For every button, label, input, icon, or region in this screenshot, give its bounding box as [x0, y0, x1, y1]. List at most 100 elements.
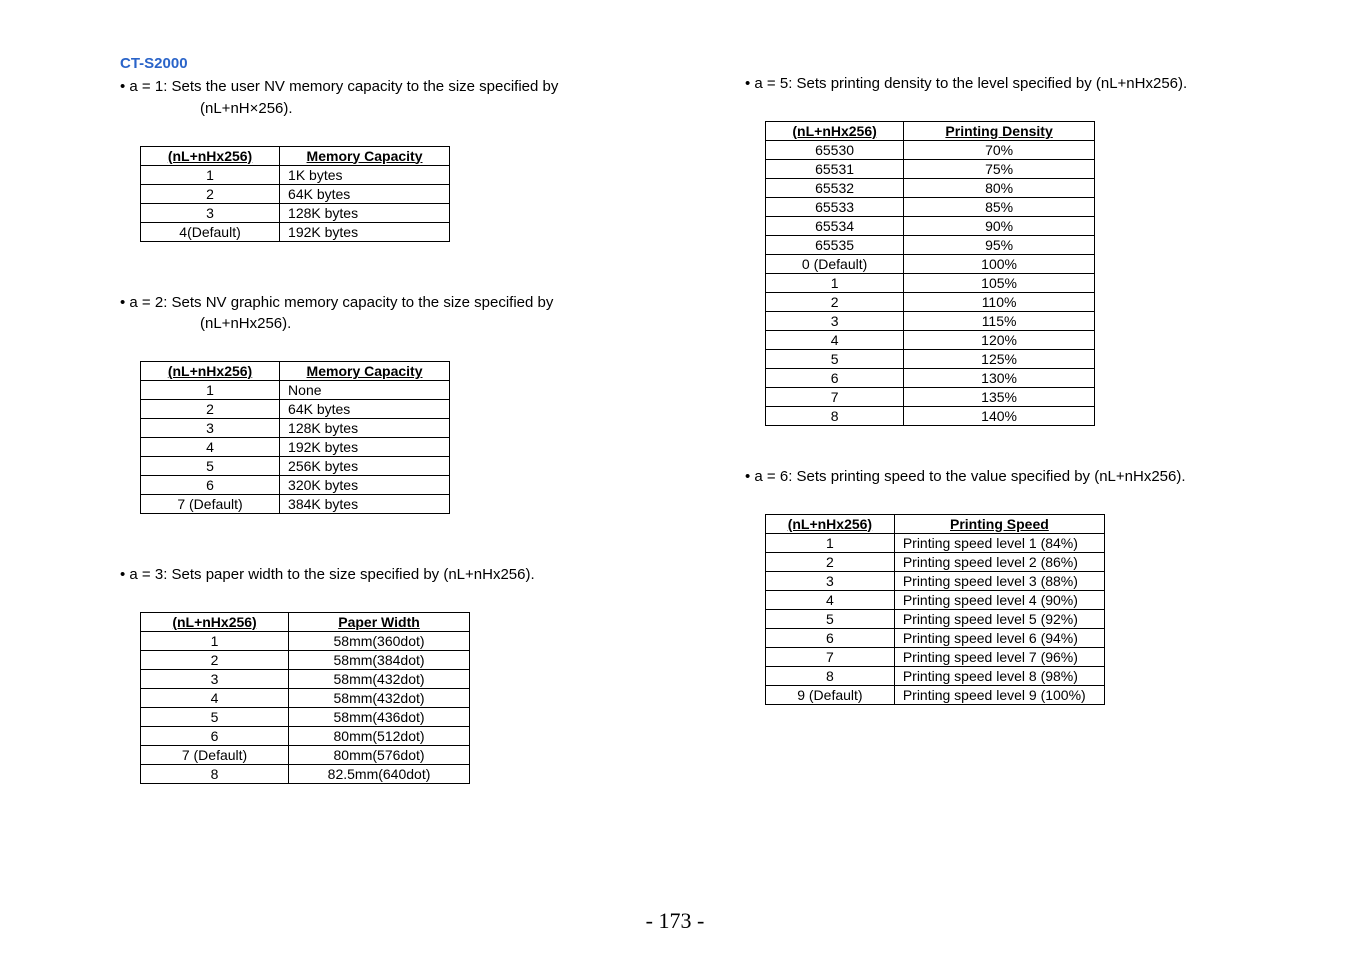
cell-param: 6	[766, 628, 895, 647]
table-row: 2110%	[766, 292, 1095, 311]
cell-param: 2	[141, 650, 289, 669]
cell-value: 125%	[904, 349, 1095, 368]
th-param: (nL+nHx256)	[766, 121, 904, 140]
cell-param: 3	[141, 203, 280, 222]
cell-param: 8	[766, 666, 895, 685]
cell-value: 70%	[904, 140, 1095, 159]
cell-value: Printing speed level 5 (92%)	[894, 609, 1104, 628]
right-column: • a = 5: Sets printing density to the le…	[695, 55, 1280, 784]
table-row: 3128K bytes	[141, 419, 450, 438]
tbody-a3: 158mm(360dot)258mm(384dot)358mm(432dot)4…	[141, 631, 470, 783]
cell-param: 65534	[766, 216, 904, 235]
cell-param: 7 (Default)	[141, 495, 280, 514]
cell-param: 5	[766, 609, 895, 628]
bullet-a6: • a = 6: Sets printing speed to the valu…	[745, 466, 1280, 488]
table-row: 11K bytes	[141, 165, 450, 184]
cell-value: 82.5mm(640dot)	[289, 764, 470, 783]
cell-param: 3	[141, 419, 280, 438]
cell-value: 110%	[904, 292, 1095, 311]
cell-value: 320K bytes	[280, 476, 450, 495]
cell-param: 4	[141, 688, 289, 707]
th-paperw: Paper Width	[289, 612, 470, 631]
cell-value: 90%	[904, 216, 1095, 235]
cell-param: 7	[766, 387, 904, 406]
th-density: Printing Density	[904, 121, 1095, 140]
table-row: 258mm(384dot)	[141, 650, 470, 669]
table-row: 1105%	[766, 273, 1095, 292]
table-row: 8Printing speed level 8 (98%)	[766, 666, 1105, 685]
th-param: (nL+nHx256)	[766, 514, 895, 533]
table-a5-density: (nL+nHx256) Printing Density 6553070%655…	[765, 121, 1095, 426]
cell-param: 65533	[766, 197, 904, 216]
table-row: 6130%	[766, 368, 1095, 387]
left-column: CT-S2000 • a = 1: Sets the user NV memor…	[70, 55, 655, 784]
cell-param: 5	[141, 707, 289, 726]
cell-param: 4	[766, 590, 895, 609]
cell-value: Printing speed level 6 (94%)	[894, 628, 1104, 647]
th-param: (nL+nHx256)	[141, 362, 280, 381]
th-memcap: Memory Capacity	[280, 362, 450, 381]
table-row: 6553385%	[766, 197, 1095, 216]
cell-param: 5	[766, 349, 904, 368]
cell-param: 2	[141, 184, 280, 203]
cell-value: Printing speed level 1 (84%)	[894, 533, 1104, 552]
table-row: 558mm(436dot)	[141, 707, 470, 726]
bullet-a1-line2: (nL+nH×256).	[200, 98, 655, 120]
cell-param: 65531	[766, 159, 904, 178]
tbody-a2: 1None264K bytes3128K bytes4192K bytes525…	[141, 381, 450, 514]
table-row: 0 (Default)100%	[766, 254, 1095, 273]
cell-param: 6	[141, 726, 289, 745]
table-row: 158mm(360dot)	[141, 631, 470, 650]
table-row: 6320K bytes	[141, 476, 450, 495]
table-a3-paper: (nL+nHx256) Paper Width 158mm(360dot)258…	[140, 612, 470, 784]
th-param: (nL+nHx256)	[141, 146, 280, 165]
th-speed: Printing Speed	[894, 514, 1104, 533]
table-row: 3128K bytes	[141, 203, 450, 222]
tbody-a1: 11K bytes264K bytes3128K bytes4(Default)…	[141, 165, 450, 241]
cell-param: 8	[766, 406, 904, 425]
cell-param: 65530	[766, 140, 904, 159]
cell-param: 9 (Default)	[766, 685, 895, 704]
cell-value: 64K bytes	[280, 184, 450, 203]
cell-value: 80mm(512dot)	[289, 726, 470, 745]
table-row: 1Printing speed level 1 (84%)	[766, 533, 1105, 552]
table-row: 6Printing speed level 6 (94%)	[766, 628, 1105, 647]
table-row: 882.5mm(640dot)	[141, 764, 470, 783]
cell-value: 95%	[904, 235, 1095, 254]
cell-param: 2	[766, 292, 904, 311]
table-row: 4Printing speed level 4 (90%)	[766, 590, 1105, 609]
cell-value: 1K bytes	[280, 165, 450, 184]
model-title: CT-S2000	[120, 55, 655, 72]
bullet-a2-line1: • a = 2: Sets NV graphic memory capacity…	[120, 294, 553, 311]
cell-param: 0 (Default)	[766, 254, 904, 273]
cell-value: 128K bytes	[280, 203, 450, 222]
cell-value: Printing speed level 4 (90%)	[894, 590, 1104, 609]
table-row: 7Printing speed level 7 (96%)	[766, 647, 1105, 666]
cell-value: Printing speed level 2 (86%)	[894, 552, 1104, 571]
table-row: 6553175%	[766, 159, 1095, 178]
cell-value: 80%	[904, 178, 1095, 197]
cell-value: 58mm(384dot)	[289, 650, 470, 669]
table-row: 3115%	[766, 311, 1095, 330]
cell-value: None	[280, 381, 450, 400]
bullet-a2-line2: (nL+nHx256).	[200, 313, 655, 335]
cell-param: 4	[141, 438, 280, 457]
cell-value: 85%	[904, 197, 1095, 216]
cell-param: 6	[141, 476, 280, 495]
table-row: 7135%	[766, 387, 1095, 406]
cell-param: 1	[141, 631, 289, 650]
table-row: 3Printing speed level 3 (88%)	[766, 571, 1105, 590]
cell-value: 115%	[904, 311, 1095, 330]
table-row: 4(Default)192K bytes	[141, 222, 450, 241]
cell-param: 5	[141, 457, 280, 476]
table-row: 4192K bytes	[141, 438, 450, 457]
table-a2-memory: (nL+nHx256) Memory Capacity 1None264K by…	[140, 361, 450, 514]
cell-param: 1	[141, 165, 280, 184]
cell-value: 58mm(432dot)	[289, 669, 470, 688]
cell-value: Printing speed level 8 (98%)	[894, 666, 1104, 685]
table-row: 7 (Default)80mm(576dot)	[141, 745, 470, 764]
cell-value: 192K bytes	[280, 222, 450, 241]
cell-param: 8	[141, 764, 289, 783]
cell-value: 120%	[904, 330, 1095, 349]
cell-param: 2	[141, 400, 280, 419]
